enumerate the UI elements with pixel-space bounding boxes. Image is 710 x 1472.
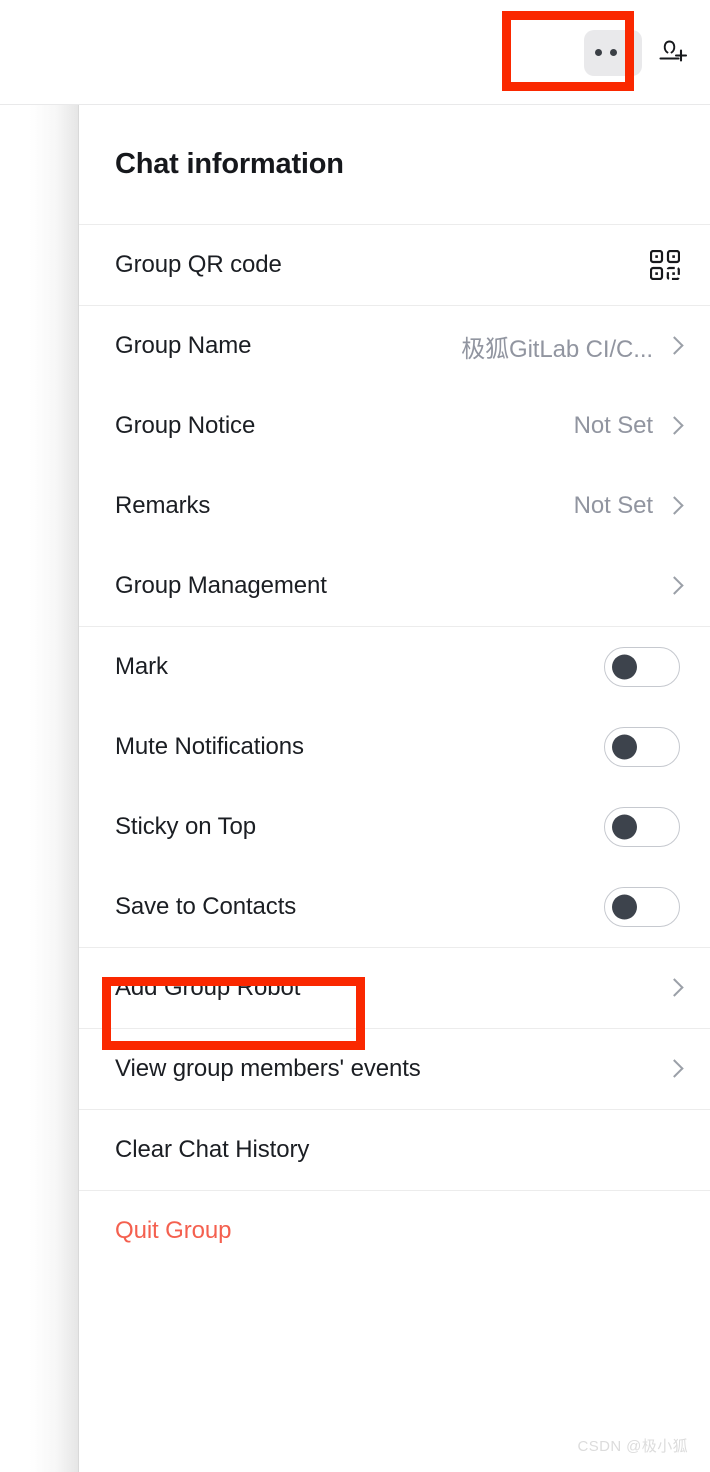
row-value: Not Set	[573, 492, 653, 519]
chat-information-panel: Chat information Group QR code Group Nam…	[78, 105, 710, 1472]
row-label: Quit Group	[115, 1217, 232, 1244]
row-mute-notifications[interactable]: Mute Notifications	[79, 707, 710, 787]
row-save-to-contacts[interactable]: Save to Contacts	[79, 867, 710, 947]
row-accessory	[667, 977, 680, 999]
row-remarks[interactable]: Remarks Not Set	[79, 466, 710, 546]
app-screen: Chat information Group QR code Group Nam…	[0, 0, 710, 1472]
row-label: Add Group Robot	[115, 974, 301, 1001]
panel-title: Chat information	[115, 148, 344, 180]
more-options-button[interactable]	[584, 29, 642, 76]
toggle-knob	[612, 654, 637, 680]
row-accessory	[604, 727, 680, 767]
row-view-group-members-events[interactable]: View group members' events	[79, 1029, 710, 1109]
row-label: Group Name	[115, 332, 252, 359]
row-label: Mark	[115, 653, 168, 680]
chevron-right-icon[interactable]	[667, 575, 680, 597]
row-label: Mute Notifications	[115, 733, 304, 760]
row-accessory	[650, 250, 680, 280]
add-person-icon	[659, 40, 688, 62]
row-accessory	[604, 647, 680, 687]
row-label: Save to Contacts	[115, 893, 297, 920]
section-events: View group members' events	[79, 1029, 710, 1109]
row-label: View group members' events	[115, 1055, 421, 1082]
section-toggles: Mark Mute Notifications Sticky on Top Sa…	[79, 627, 710, 947]
toggle-mark[interactable]	[604, 647, 680, 687]
chevron-right-icon[interactable]	[667, 977, 680, 999]
row-group-management[interactable]: Group Management	[79, 546, 710, 626]
row-label: Group Notice	[115, 412, 256, 439]
more-dot-2	[609, 49, 617, 56]
chat-header-toolbar	[0, 0, 710, 105]
row-group-name[interactable]: Group Name 极狐GitLab CI/C...	[79, 306, 710, 386]
toggle-save-to-contacts[interactable]	[604, 887, 680, 927]
row-accessory	[667, 1058, 680, 1080]
section-robot: Add Group Robot	[79, 948, 710, 1050]
section-details: Group Name 极狐GitLab CI/C... Group Notice…	[79, 306, 710, 626]
qr-code-icon[interactable]	[650, 250, 680, 280]
row-accessory	[667, 575, 680, 597]
row-accessory	[604, 807, 680, 847]
chevron-right-icon[interactable]	[667, 1058, 680, 1080]
add-member-button[interactable]	[652, 30, 694, 76]
row-accessory	[604, 887, 680, 927]
row-clear-chat-history[interactable]: Clear Chat History	[79, 1110, 710, 1190]
toolbar-actions	[584, 0, 694, 105]
chevron-right-icon[interactable]	[667, 495, 680, 517]
toggle-mute-notifications[interactable]	[604, 727, 680, 767]
row-label: Sticky on Top	[115, 813, 257, 840]
chevron-right-icon[interactable]	[667, 335, 680, 357]
row-value: 极狐GitLab CI/C...	[461, 335, 653, 363]
toggle-sticky-on-top[interactable]	[604, 807, 680, 847]
row-label: Remarks	[115, 492, 211, 519]
section-qr: Group QR code	[79, 225, 710, 305]
toggle-knob	[612, 734, 637, 760]
watermark: CSDN @极小狐	[577, 1438, 688, 1455]
chevron-right-icon[interactable]	[667, 415, 680, 437]
toggle-knob	[612, 894, 637, 920]
row-label: Group Management	[115, 572, 327, 599]
row-mark[interactable]: Mark	[79, 627, 710, 707]
section-clear-history: Clear Chat History	[79, 1110, 710, 1190]
row-group-qr-code[interactable]: Group QR code	[79, 225, 710, 305]
row-add-group-robot[interactable]: Add Group Robot	[79, 948, 710, 1050]
row-group-notice[interactable]: Group Notice Not Set	[79, 386, 710, 466]
row-accessory: Not Set	[574, 412, 680, 440]
row-accessory: 极狐GitLab CI/C...	[461, 329, 680, 364]
row-label: Group QR code	[115, 251, 282, 278]
toggle-knob	[612, 814, 637, 840]
section-quit-group: Quit Group	[79, 1191, 710, 1271]
row-quit-group[interactable]: Quit Group	[79, 1191, 710, 1271]
more-dot-1	[594, 49, 602, 56]
row-accessory: Not Set	[574, 492, 680, 520]
row-sticky-on-top[interactable]: Sticky on Top	[79, 787, 710, 867]
row-label: Clear Chat History	[115, 1136, 310, 1163]
row-value: Not Set	[573, 412, 653, 439]
page-backdrop	[0, 105, 78, 1472]
more-dot-3	[624, 49, 632, 56]
